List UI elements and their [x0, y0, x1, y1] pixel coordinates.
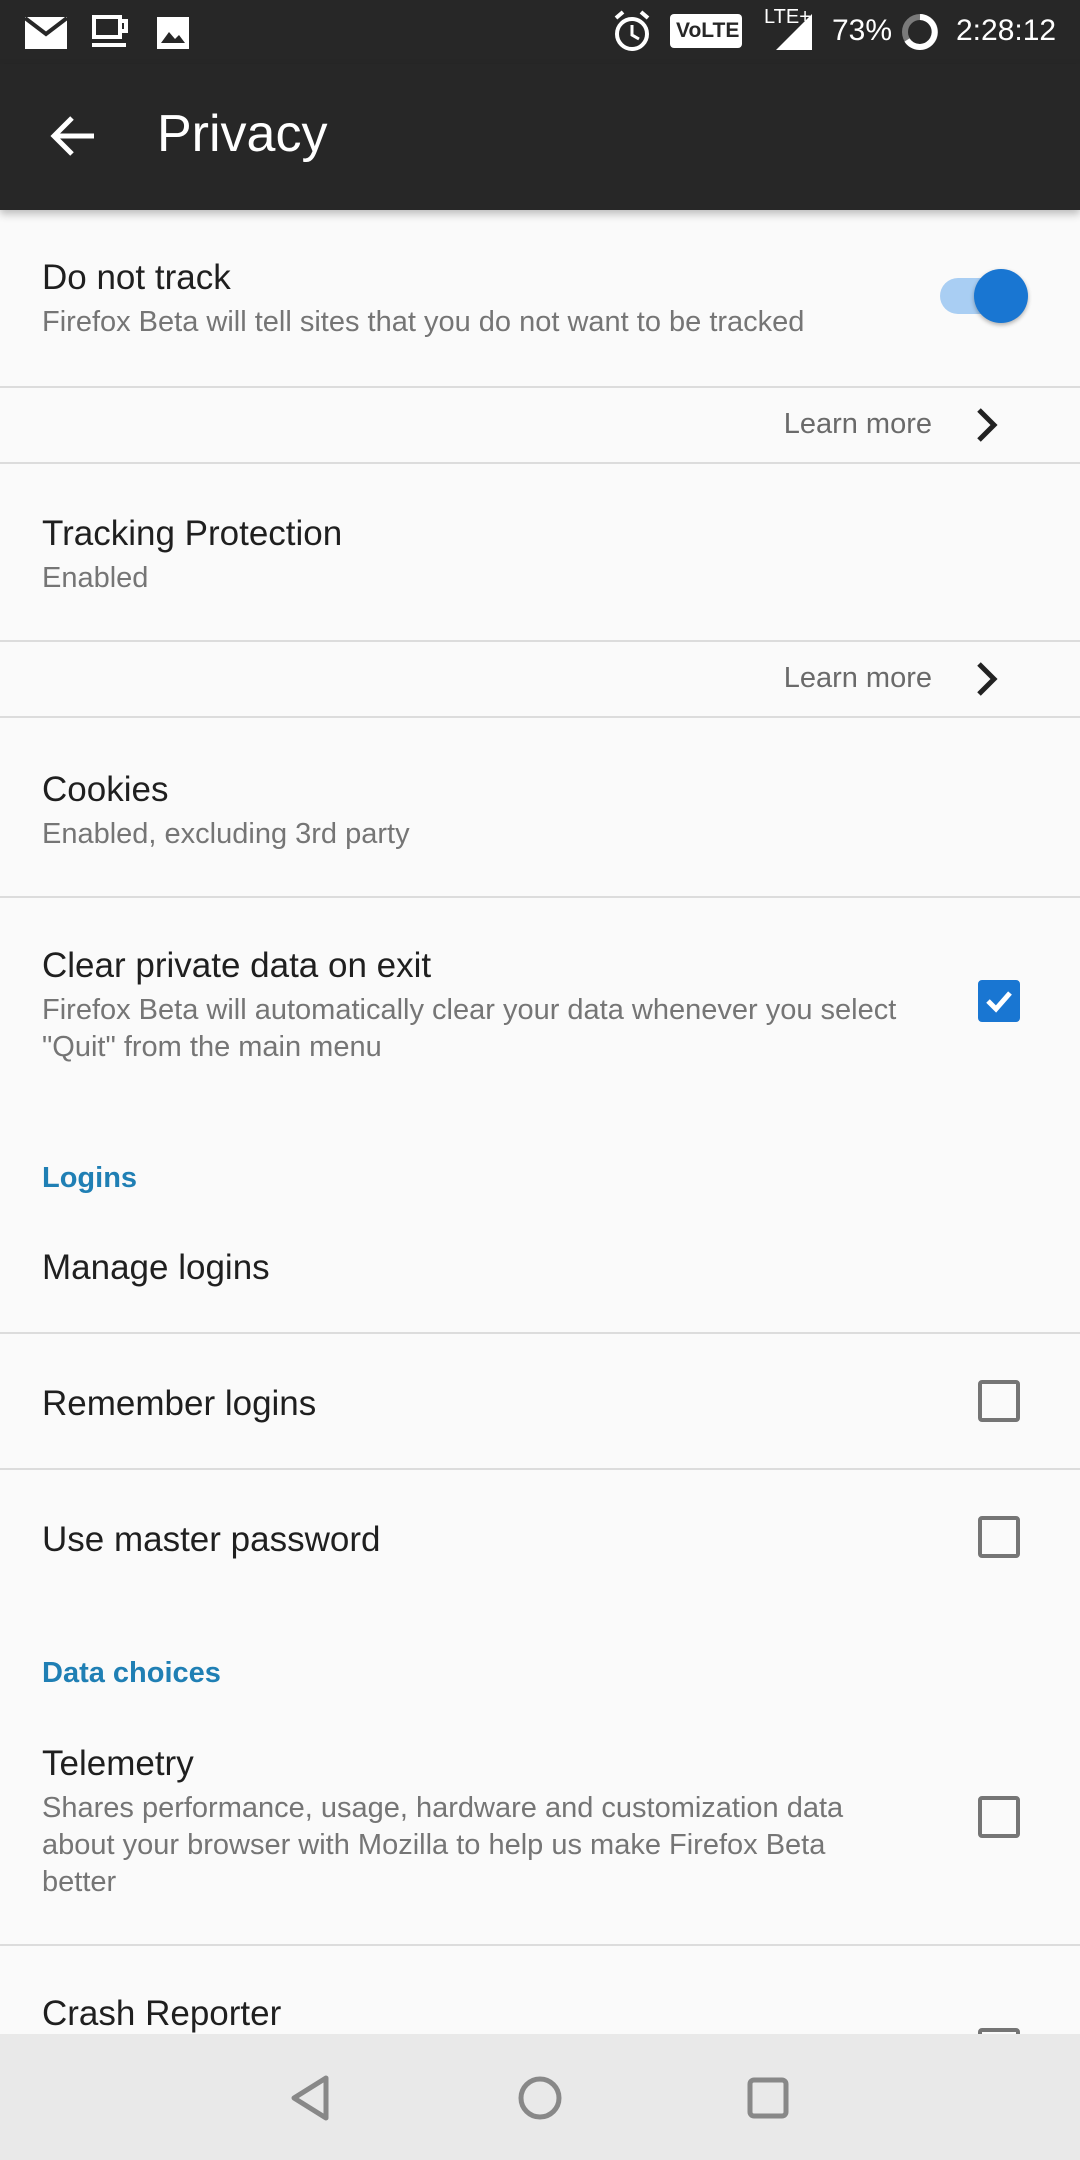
- alarm-icon: [614, 10, 650, 51]
- clear-private-data-label: Clear private data on exit: [42, 946, 432, 985]
- battery-percent: 73%: [832, 14, 893, 47]
- telemetry-checkbox[interactable]: [978, 1796, 1020, 1838]
- cookies-label: Cookies: [42, 770, 169, 809]
- do-not-track-toggle[interactable]: [974, 269, 1028, 323]
- telemetry-label: Telemetry: [42, 1744, 194, 1783]
- master-password-row[interactable]: Use master password: [0, 1470, 1080, 1606]
- clear-private-data-row[interactable]: Clear private data on exit Firefox Beta …: [0, 898, 1080, 1098]
- remember-logins-checkbox[interactable]: [978, 1380, 1020, 1422]
- app-bar: Privacy: [0, 64, 1080, 210]
- learn-more-link[interactable]: Learn more: [784, 408, 932, 441]
- master-password-label: Use master password: [42, 1520, 381, 1559]
- checkmark-icon: [986, 991, 1012, 1013]
- learn-more-row-2[interactable]: Learn more: [0, 642, 1080, 718]
- section-header-data-choices: Data choices: [42, 1657, 221, 1689]
- chevron-right-icon: [977, 662, 998, 696]
- page-title: Privacy: [157, 105, 328, 163]
- battery-icon: [902, 14, 938, 50]
- navigation-bar: [0, 2034, 1080, 2160]
- mail-icon: [24, 16, 68, 49]
- remember-logins-row[interactable]: Remember logins: [0, 1334, 1080, 1470]
- cookies-summary: Enabled, excluding 3rd party: [42, 818, 410, 850]
- remember-logins-label: Remember logins: [42, 1384, 317, 1423]
- clock: 2:28:12: [956, 14, 1057, 47]
- learn-more-row-1[interactable]: Learn more: [0, 388, 1080, 464]
- clear-private-data-summary: Firefox Beta will automatically clear yo…: [42, 994, 897, 1063]
- crash-reporter-label: Crash Reporter: [42, 1994, 282, 2033]
- tracking-protection-summary: Enabled: [42, 562, 149, 594]
- telemetry-row[interactable]: Telemetry Shares performance, usage, har…: [0, 1716, 1080, 1946]
- tracking-protection-label: Tracking Protection: [42, 514, 343, 553]
- nav-back-icon[interactable]: [288, 2074, 332, 2122]
- telemetry-summary: Shares performance, usage, hardware and …: [42, 1792, 844, 1898]
- crash-reporter-row[interactable]: Crash Reporter: [0, 1946, 1080, 2034]
- cookies-row[interactable]: Cookies Enabled, excluding 3rd party: [0, 718, 1080, 898]
- arrow-back-icon[interactable]: [46, 108, 102, 164]
- volte-icon: VoLTE: [670, 14, 742, 48]
- do-not-track-row[interactable]: Do not track Firefox Beta will tell site…: [0, 210, 1080, 388]
- clear-private-data-checkbox[interactable]: [978, 980, 1020, 1022]
- master-password-checkbox[interactable]: [978, 1516, 1020, 1558]
- do-not-track-label: Do not track: [42, 258, 231, 297]
- manage-logins-row[interactable]: Manage logins: [0, 1222, 1080, 1334]
- nav-home-icon[interactable]: [516, 2074, 564, 2122]
- status-bar: VoLTE LTE+ 73% 2:28:12: [0, 0, 1080, 64]
- signal-icon: [776, 14, 812, 50]
- do-not-track-summary: Firefox Beta will tell sites that you do…: [42, 306, 805, 338]
- section-header-logins: Logins: [42, 1162, 138, 1194]
- nav-recents-icon[interactable]: [746, 2076, 790, 2120]
- image-icon: [157, 17, 189, 49]
- chevron-right-icon: [977, 408, 998, 442]
- tracking-protection-row[interactable]: Tracking Protection Enabled: [0, 464, 1080, 642]
- manage-logins-label: Manage logins: [42, 1248, 270, 1287]
- learn-more-link[interactable]: Learn more: [784, 662, 932, 695]
- cup-icon: [92, 15, 128, 47]
